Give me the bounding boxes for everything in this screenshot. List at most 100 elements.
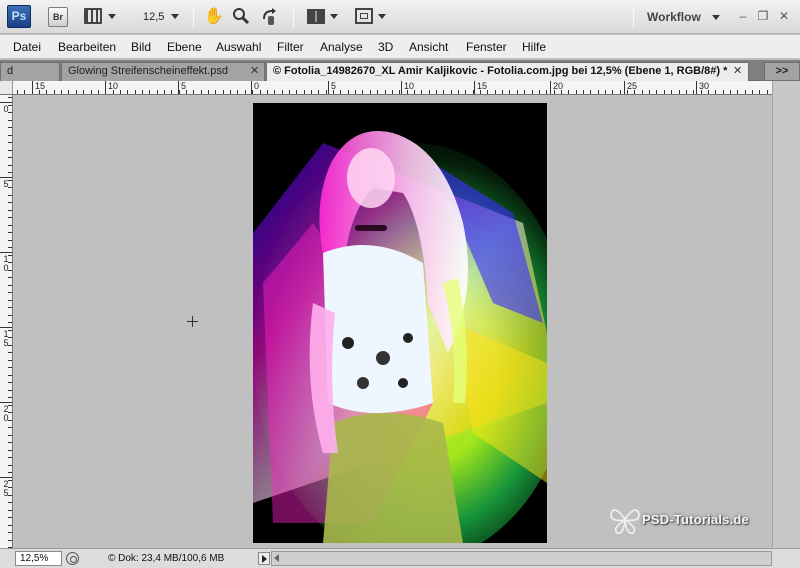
- ruler-minor-tick: [634, 90, 635, 94]
- ruler-minor-tick: [8, 262, 12, 263]
- ruler-minor-tick: [164, 90, 165, 94]
- status-menu-arrow-icon[interactable]: [258, 552, 270, 565]
- zoom-level-dropdown[interactable]: 12,5: [143, 11, 164, 23]
- close-icon[interactable]: ✕: [250, 63, 259, 80]
- minimize-icon[interactable]: –: [735, 8, 751, 24]
- ruler-minor-tick: [245, 90, 246, 94]
- magnifier-icon[interactable]: [231, 7, 251, 27]
- zoom-level-field[interactable]: 12,5%: [15, 551, 62, 566]
- ruler-minor-tick: [8, 180, 12, 181]
- ruler-minor-tick: [223, 90, 224, 94]
- ruler-minor-tick: [715, 90, 716, 94]
- ruler-minor-tick: [8, 127, 12, 128]
- chevron-down-icon[interactable]: [108, 14, 116, 19]
- chevron-down-icon[interactable]: [712, 15, 720, 20]
- ruler-major-tick: [0, 327, 12, 328]
- hand-icon[interactable]: ✋: [204, 7, 224, 27]
- ruler-minor-tick: [8, 480, 12, 481]
- menu-auswahl[interactable]: Auswahl: [216, 40, 261, 54]
- ruler-tick-label: 15: [477, 81, 488, 91]
- ruler-minor-tick: [8, 442, 12, 443]
- horizontal-ruler[interactable]: 15 10 5 0 5 10 15 20 25 30: [13, 81, 772, 95]
- ruler-minor-tick: [362, 90, 363, 94]
- photoshop-logo[interactable]: Ps: [7, 5, 31, 28]
- tab-fotolia-document[interactable]: © Fotolia_14982670_XL Amir Kaljikovic - …: [266, 62, 749, 81]
- close-icon[interactable]: ✕: [776, 8, 792, 24]
- ruler-minor-tick: [8, 382, 12, 383]
- restore-icon[interactable]: ❐: [755, 8, 771, 24]
- ruler-minor-tick: [730, 90, 731, 94]
- ruler-minor-tick: [723, 90, 724, 94]
- workspace-switcher[interactable]: Workflow: [647, 10, 701, 24]
- ruler-minor-tick: [443, 90, 444, 94]
- horizontal-scrollbar[interactable]: [271, 551, 772, 566]
- ruler-major-tick: [474, 81, 475, 94]
- document-size-info: © Dok: 23,4 MB/100,6 MB: [108, 553, 225, 564]
- navigator-icon[interactable]: [66, 552, 79, 565]
- ruler-minor-tick: [8, 225, 12, 226]
- vertical-ruler[interactable]: 051 01 52 02 5: [0, 95, 13, 548]
- menu-filter[interactable]: Filter: [277, 40, 304, 54]
- menu-bearbeiten[interactable]: Bearbeiten: [58, 40, 116, 54]
- vertical-scrollbar[interactable]: [772, 81, 800, 548]
- ruler-tick-label: 15: [35, 81, 46, 91]
- ruler-minor-tick: [237, 90, 238, 94]
- chevron-down-icon[interactable]: [378, 14, 386, 19]
- ruler-minor-tick: [8, 420, 12, 421]
- menu-datei[interactable]: Datei: [13, 40, 41, 54]
- menu-ebene[interactable]: Ebene: [167, 40, 202, 54]
- rotate-view-icon[interactable]: [260, 7, 280, 27]
- menu-bild[interactable]: Bild: [131, 40, 151, 54]
- ruler-minor-tick: [421, 90, 422, 94]
- ruler-minor-tick: [8, 157, 12, 158]
- tab-glowing-streifenscheineffekt[interactable]: Glowing Streifenscheineffekt.psd ✕: [61, 62, 265, 81]
- ruler-minor-tick: [502, 90, 503, 94]
- view-extras-icon[interactable]: [84, 8, 102, 24]
- menu-3d[interactable]: 3D: [378, 40, 393, 54]
- ruler-minor-tick: [627, 90, 628, 94]
- ruler-minor-tick: [8, 472, 12, 473]
- chevron-down-icon[interactable]: [171, 14, 179, 19]
- arrange-documents-icon[interactable]: [307, 9, 325, 24]
- tab-overflow-button[interactable]: >>: [764, 62, 800, 81]
- menu-fenster[interactable]: Fenster: [466, 40, 507, 54]
- scroll-left-icon[interactable]: [274, 554, 279, 562]
- ruler-minor-tick: [686, 90, 687, 94]
- ruler-minor-tick: [83, 90, 84, 94]
- ruler-major-tick: [0, 102, 12, 103]
- tab-truncated-document[interactable]: d: [0, 62, 60, 81]
- toolbar-separator: [193, 6, 194, 28]
- ruler-minor-tick: [458, 90, 459, 94]
- ruler-tick-label: 0: [254, 81, 260, 91]
- ruler-minor-tick: [752, 90, 753, 94]
- ruler-minor-tick: [767, 90, 768, 94]
- ruler-minor-tick: [517, 90, 518, 94]
- ruler-minor-tick: [385, 90, 386, 94]
- chevron-down-icon[interactable]: [330, 14, 338, 19]
- ruler-minor-tick: [8, 255, 12, 256]
- ruler-minor-tick: [267, 90, 268, 94]
- ruler-minor-tick: [480, 90, 481, 94]
- application-bar: Ps Br 12,5 ✋ Workflow – ❐ ✕: [0, 0, 800, 34]
- ruler-minor-tick: [8, 510, 12, 511]
- ruler-minor-tick: [8, 397, 12, 398]
- document-image[interactable]: [253, 103, 547, 543]
- menu-ansicht[interactable]: Ansicht: [409, 40, 448, 54]
- ruler-origin[interactable]: [0, 81, 13, 95]
- ruler-minor-tick: [554, 90, 555, 94]
- ruler-minor-tick: [8, 427, 12, 428]
- ruler-minor-tick: [693, 90, 694, 94]
- tab-label: Glowing Streifenscheineffekt.psd: [68, 65, 228, 77]
- ruler-minor-tick: [671, 90, 672, 94]
- toolbar-separator: [633, 6, 634, 28]
- launch-bridge-button[interactable]: Br: [48, 7, 68, 27]
- ruler-minor-tick: [605, 90, 606, 94]
- ruler-minor-tick: [333, 90, 334, 94]
- ruler-minor-tick: [318, 90, 319, 94]
- menu-hilfe[interactable]: Hilfe: [522, 40, 546, 54]
- screen-mode-icon[interactable]: [355, 8, 373, 24]
- photo-artwork: [253, 103, 547, 543]
- close-icon[interactable]: ✕: [733, 63, 742, 80]
- ruler-minor-tick: [8, 525, 12, 526]
- menu-analyse[interactable]: Analyse: [320, 40, 363, 54]
